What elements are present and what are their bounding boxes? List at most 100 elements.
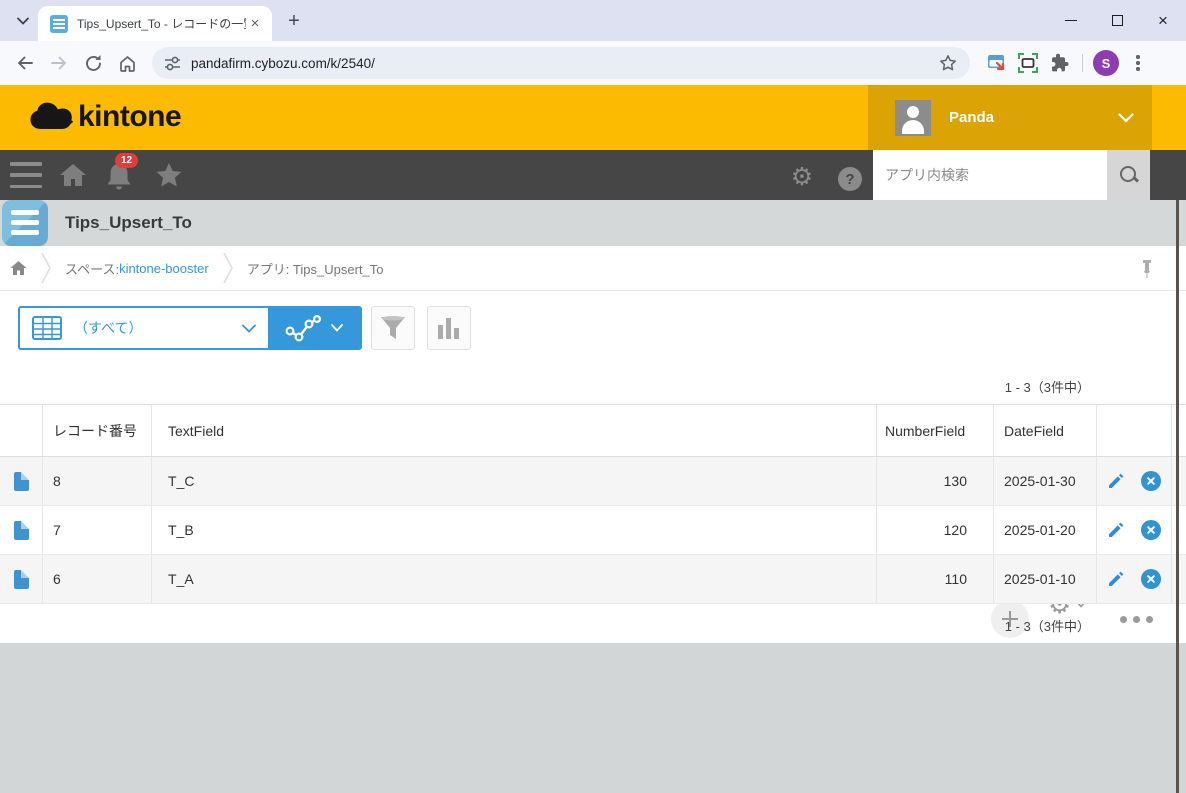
user-menu[interactable]: Panda: [868, 85, 1152, 150]
window-close-button[interactable]: ×: [1140, 0, 1186, 41]
graph-view-dropdown[interactable]: [268, 308, 360, 348]
delete-record-icon[interactable]: [1141, 569, 1161, 589]
header-record-number[interactable]: レコード番号: [43, 405, 152, 456]
app-search-button[interactable]: [1107, 150, 1150, 200]
bookmark-star-button[interactable]: [932, 47, 964, 79]
kintone-header: kintone Panda: [0, 85, 1186, 150]
kintone-logo-text: kintone: [78, 100, 182, 133]
record-detail-icon[interactable]: [13, 569, 29, 589]
extensions-puzzle-button[interactable]: [1044, 47, 1076, 79]
tab-close-icon[interactable]: ×: [246, 15, 264, 33]
chevron-down-icon: [17, 17, 29, 25]
header-icon-cell: [0, 405, 43, 456]
header-textfield[interactable]: TextField: [152, 405, 877, 456]
filter-button[interactable]: [371, 306, 415, 350]
extension-panel-button[interactable]: [980, 47, 1012, 79]
favorites-button[interactable]: [153, 159, 185, 191]
user-name: Panda: [949, 109, 995, 126]
header-filler-cell: [1172, 405, 1186, 456]
delete-record-icon[interactable]: [1141, 471, 1161, 491]
portal-home-button[interactable]: [57, 159, 89, 191]
url-text: pandafirm.cybozu.com/k/2540/: [191, 55, 375, 71]
settings-button[interactable]: ⚙: [786, 161, 818, 193]
record-detail-icon[interactable]: [13, 520, 29, 540]
help-button[interactable]: ?: [834, 163, 866, 195]
table-row: 6 T_A 110 2025-01-10: [0, 555, 1186, 604]
cell-textfield: T_C: [152, 457, 877, 505]
forward-arrow-icon: [51, 56, 66, 70]
breadcrumb: スペース: kintone-booster アプリ: Tips_Upsert_T…: [0, 246, 1186, 291]
edit-record-icon[interactable]: [1107, 521, 1125, 539]
delete-record-icon[interactable]: [1141, 520, 1161, 540]
table-view-icon: [32, 316, 62, 340]
home-button[interactable]: [110, 46, 144, 80]
record-table: レコード番号 TextField NumberField DateField 8…: [0, 404, 1186, 604]
table-header-row: レコード番号 TextField NumberField DateField: [0, 404, 1186, 457]
header-numberfield[interactable]: NumberField: [877, 405, 994, 456]
pin-icon[interactable]: [1140, 259, 1154, 279]
back-arrow-icon: [18, 56, 33, 70]
table-row: 7 T_B 120 2025-01-20: [0, 506, 1186, 555]
edit-record-icon[interactable]: [1107, 472, 1125, 490]
scrollbar[interactable]: [1176, 200, 1179, 793]
breadcrumb-space-prefix: スペース:: [65, 261, 120, 277]
kintone-logo[interactable]: kintone: [28, 100, 182, 134]
pagination-top: 1 - 3（3件中）: [1004, 380, 1090, 395]
kintone-favicon-icon: [50, 14, 68, 33]
app-search: [873, 150, 1150, 200]
screenshot-extension-button[interactable]: [1012, 47, 1044, 79]
header-actions-cell: [1097, 405, 1172, 456]
browser-menu-button[interactable]: [1123, 47, 1153, 79]
chevron-down-icon: [331, 324, 343, 332]
url-bar[interactable]: pandafirm.cybozu.com/k/2540/: [152, 47, 970, 79]
edit-record-icon[interactable]: [1107, 570, 1125, 588]
reload-button[interactable]: [76, 46, 110, 80]
record-detail-icon[interactable]: [13, 471, 29, 491]
cell-datefield: 2025-01-30: [994, 457, 1097, 505]
cell-numberfield: 130: [877, 457, 994, 505]
cell-datefield: 2025-01-10: [994, 555, 1097, 603]
browser-profile-avatar[interactable]: S: [1093, 50, 1119, 76]
app-titlebar: Tips_Upsert_To: [0, 200, 1186, 246]
screen-capture-icon: [1018, 53, 1038, 73]
home-icon: [60, 164, 86, 186]
more-options-button[interactable]: [1120, 601, 1153, 637]
cell-numberfield: 120: [877, 506, 994, 554]
breadcrumb-space-link[interactable]: kintone-booster: [119, 261, 209, 276]
forward-button[interactable]: [42, 46, 76, 80]
search-icon: [1119, 165, 1139, 185]
cell-record-number: 7: [43, 506, 152, 554]
cell-record-number: 6: [43, 555, 152, 603]
tab-search-button[interactable]: [10, 8, 36, 34]
chevron-down-icon: [242, 324, 256, 333]
cell-numberfield: 110: [877, 555, 994, 603]
graph-icon: [285, 315, 321, 342]
notification-badge: 12: [115, 153, 138, 168]
chart-button[interactable]: [427, 306, 471, 350]
close-icon: ×: [1158, 11, 1168, 30]
app-search-input[interactable]: [873, 150, 1107, 200]
breadcrumb-separator-icon: [223, 252, 233, 284]
browser-toolbar: pandafirm.cybozu.com/k/2540/ S: [0, 41, 1186, 85]
page-footer: [0, 643, 1186, 793]
new-tab-button[interactable]: +: [281, 8, 307, 34]
hamburger-menu-button[interactable]: [10, 162, 42, 188]
notifications-button[interactable]: 12: [103, 153, 139, 196]
view-dropdown[interactable]: （すべて）: [20, 308, 268, 348]
window-maximize-button[interactable]: [1094, 0, 1140, 41]
header-datefield[interactable]: DateField: [994, 405, 1097, 456]
help-icon: ?: [838, 167, 862, 191]
kintone-navbar: 12 ⚙ ?: [0, 150, 1186, 200]
breadcrumb-home-button[interactable]: [10, 260, 27, 276]
home-icon: [10, 261, 27, 275]
tab-title: Tips_Upsert_To - レコードの一覧: [77, 17, 246, 31]
puzzle-icon: [1052, 53, 1069, 72]
kintone-cloud-icon: [30, 102, 74, 129]
reload-icon: [85, 54, 101, 71]
browser-tab[interactable]: Tips_Upsert_To - レコードの一覧 ×: [38, 6, 272, 41]
window-minimize-button[interactable]: [1048, 0, 1094, 41]
breadcrumb-separator-icon: [41, 252, 51, 284]
funnel-icon: [381, 316, 405, 339]
app-icon[interactable]: [2, 200, 48, 246]
back-button[interactable]: [8, 46, 42, 80]
